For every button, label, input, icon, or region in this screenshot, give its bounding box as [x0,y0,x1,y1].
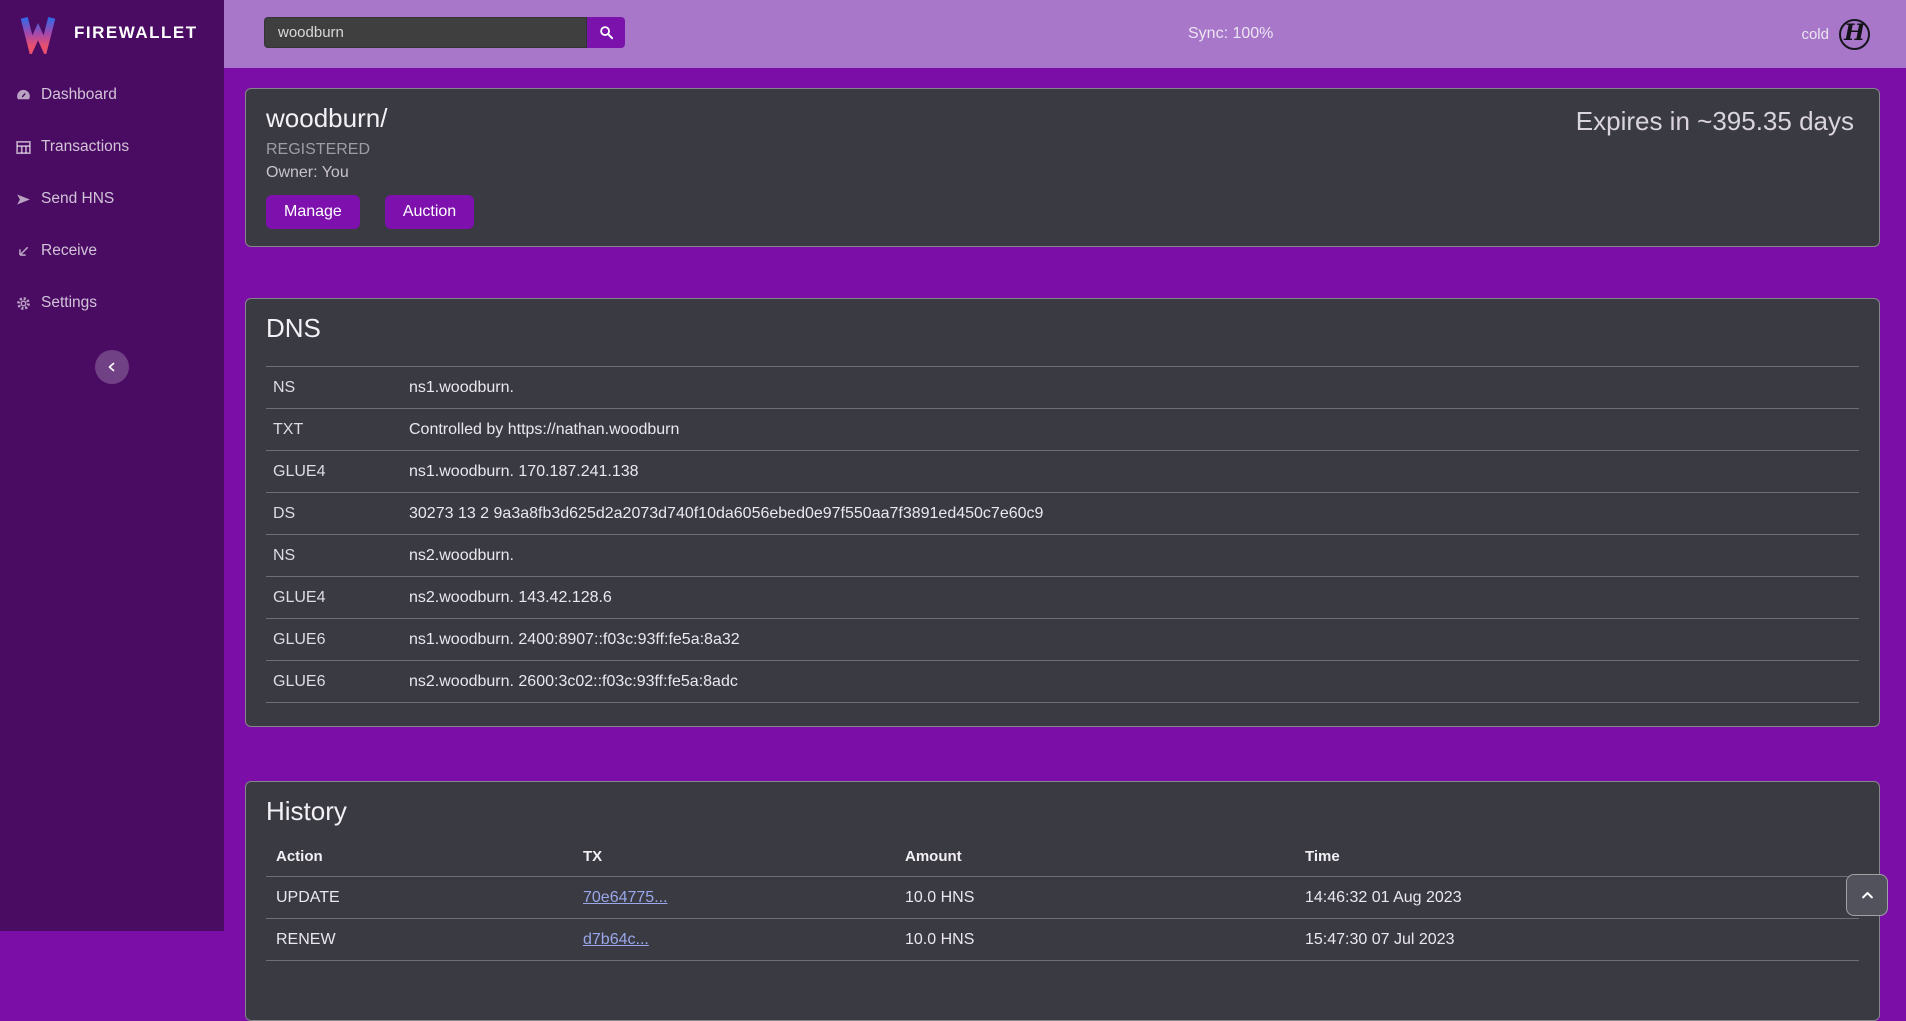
dns-record-type: GLUE4 [266,463,409,481]
sidebar-item-dashboard[interactable]: Dashboard [0,69,224,121]
handshake-logo-icon[interactable]: H [1839,19,1870,50]
history-col-tx: TX [573,848,895,865]
wallet-indicator: cold H [1801,0,1870,68]
dns-record-row: NS ns1.woodburn. [266,366,1859,408]
tx-link[interactable]: 70e64775... [583,889,668,906]
search-icon [598,24,615,41]
dns-record-row: NS ns2.woodburn. [266,534,1859,576]
tx-link[interactable]: d7b64c... [583,931,649,948]
dns-record-row: GLUE4 ns1.woodburn. 170.187.241.138 [266,450,1859,492]
history-time: 15:47:30 07 Jul 2023 [1295,931,1859,949]
dns-record-value: ns1.woodburn. 170.187.241.138 [409,463,1859,481]
sync-status: Sync: 100% [1188,0,1273,68]
topbar: Sync: 100% cold H [224,0,1906,68]
sidebar-item-label: Transactions [41,138,129,156]
brand[interactable]: FIREWALLET [0,0,224,66]
dns-record-row: GLUE4 ns2.woodburn. 143.42.128.6 [266,576,1859,618]
search-bar [264,17,625,48]
brand-name: FIREWALLET [74,23,198,43]
sidebar-nav: Dashboard Transactions Send HNS Receive [0,66,224,329]
sidebar-item-receive[interactable]: Receive [0,225,224,277]
domain-expiry: Expires in ~395.35 days [1576,106,1854,137]
dns-card: DNS NS ns1.woodburn. TXT Controlled by h… [245,298,1880,727]
dns-record-type: NS [266,547,409,565]
dns-record-type: GLUE6 [266,631,409,649]
dns-record-type: TXT [266,421,409,439]
history-table: Action TX Amount Time UPDATE 70e64775...… [266,837,1859,961]
dns-record-type: GLUE4 [266,589,409,607]
dns-record-type: NS [266,379,409,397]
history-amount: 10.0 HNS [895,931,1295,949]
history-col-time: Time [1295,848,1859,865]
dns-record-value: 30273 13 2 9a3a8fb3d625d2a2073d740f10da6… [409,505,1859,523]
dns-record-value: ns1.woodburn. [409,379,1859,397]
dns-table: NS ns1.woodburn. TXT Controlled by https… [266,366,1859,703]
sidebar-item-settings[interactable]: Settings [0,277,224,329]
domain-actions: Manage Auction [266,195,1859,229]
sidebar-item-label: Dashboard [41,86,117,104]
sidebar-item-transactions[interactable]: Transactions [0,121,224,173]
dns-record-value: Controlled by https://nathan.woodburn [409,421,1859,439]
history-action: UPDATE [266,889,573,907]
history-time: 14:46:32 01 Aug 2023 [1295,889,1859,907]
scroll-to-top-button[interactable] [1846,874,1888,916]
sidebar-item-label: Settings [41,294,97,312]
dns-record-value: ns1.woodburn. 2400:8907::f03c:93ff:fe5a:… [409,631,1859,649]
dashboard-icon [15,87,32,104]
dns-title: DNS [266,313,1859,344]
chevron-left-icon [106,361,118,373]
dns-record-row: TXT Controlled by https://nathan.woodbur… [266,408,1859,450]
manage-button[interactable]: Manage [266,195,360,229]
chevron-up-icon [1860,888,1875,903]
auction-button[interactable]: Auction [385,195,474,229]
history-col-amount: Amount [895,848,1295,865]
domain-card: woodburn/ Expires in ~395.35 days REGIST… [245,88,1880,247]
sidebar: FIREWALLET Dashboard Transactions Send H… [0,0,224,931]
sidebar-item-send-hns[interactable]: Send HNS [0,173,224,225]
domain-owner: Owner: You [266,164,1859,182]
history-action: RENEW [266,931,573,949]
search-input[interactable] [264,17,587,48]
history-card: History Action TX Amount Time UPDATE 70e… [245,781,1880,1021]
firewallet-logo-icon [16,12,60,54]
sidebar-collapse-button[interactable] [95,350,129,384]
dns-record-value: ns2.woodburn. 143.42.128.6 [409,589,1859,607]
wallet-name: cold [1801,26,1829,43]
history-col-action: Action [266,848,573,865]
sidebar-item-label: Receive [41,242,97,260]
dns-record-value: ns2.woodburn. [409,547,1859,565]
transactions-icon [15,139,32,156]
history-header-row: Action TX Amount Time [266,837,1859,877]
dns-record-value: ns2.woodburn. 2600:3c02::f03c:93ff:fe5a:… [409,673,1859,691]
search-button[interactable] [587,17,625,48]
sidebar-item-label: Send HNS [41,190,114,208]
dns-record-type: DS [266,505,409,523]
settings-icon [15,295,32,312]
history-row: RENEW d7b64c... 10.0 HNS 15:47:30 07 Jul… [266,919,1859,961]
receive-icon [15,243,32,260]
send-icon [15,191,32,208]
history-title: History [266,796,1859,827]
history-amount: 10.0 HNS [895,889,1295,907]
history-row: UPDATE 70e64775... 10.0 HNS 14:46:32 01 … [266,877,1859,919]
dns-record-row: DS 30273 13 2 9a3a8fb3d625d2a2073d740f10… [266,492,1859,534]
dns-record-row: GLUE6 ns2.woodburn. 2600:3c02::f03c:93ff… [266,660,1859,702]
dns-record-row: GLUE6 ns1.woodburn. 2400:8907::f03c:93ff… [266,618,1859,660]
domain-status: REGISTERED [266,141,1859,159]
dns-record-type: GLUE6 [266,673,409,691]
